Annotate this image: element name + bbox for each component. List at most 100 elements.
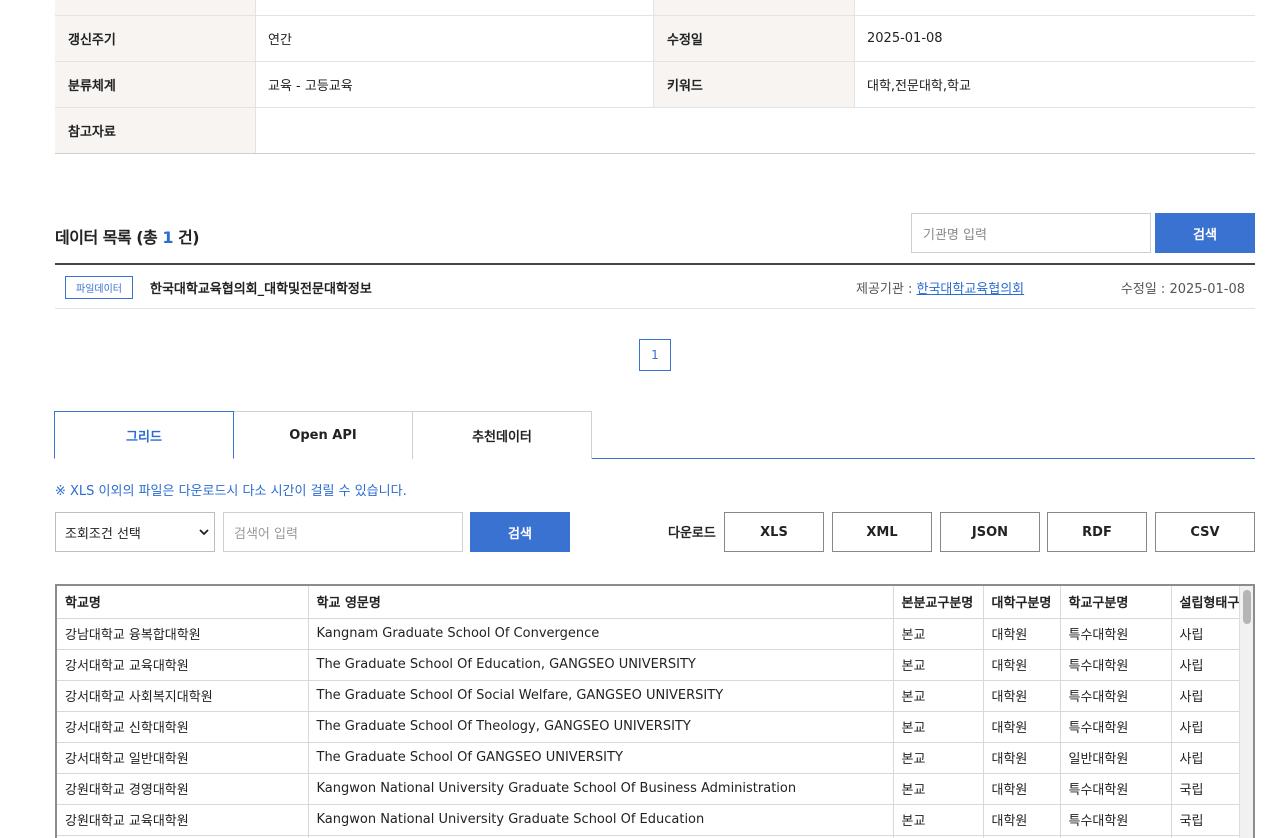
pagination-page-1[interactable]: 1 — [639, 339, 671, 371]
table-row[interactable]: 강서대학교 일반대학원 The Graduate School Of GANGSE… — [57, 742, 1241, 774]
table-cell: 사립 — [1171, 618, 1241, 650]
table-cell: 강원대학교 경영대학원 — [57, 773, 309, 805]
table-cell: 특수대학원 — [1060, 680, 1172, 712]
download-label: 다운로드 — [668, 526, 716, 541]
table-cell: 본교 — [893, 773, 984, 805]
keyword-search-button[interactable]: 검색 — [470, 512, 570, 552]
table-row[interactable]: 강서대학교 교육대학원 The Graduate School Of Educat… — [57, 649, 1241, 681]
table-cell: Kangwon National University Graduate Sch… — [308, 804, 894, 836]
file-data-badge: 파일데이터 — [65, 276, 133, 299]
tab-grid[interactable]: 그리드 — [54, 411, 234, 459]
table-cell: 사립 — [1171, 649, 1241, 681]
metadata-key-category: 분류체계 — [55, 62, 256, 107]
column-header[interactable]: 설립형태구분명 — [1171, 586, 1241, 619]
table-cell: 특수대학원 — [1060, 618, 1172, 650]
table-cell: Kangnam Graduate School Of Convergence — [308, 618, 894, 650]
provider-link[interactable]: 한국대학교육협의회 — [917, 282, 1025, 297]
tab-open-api[interactable]: Open API — [233, 411, 413, 459]
metadata-value — [256, 0, 654, 15]
table-row[interactable]: 강원대학교 경영대학원 Kangwon National University G… — [57, 773, 1241, 805]
modified-date: 수정일 : 2025-01-08 — [1120, 282, 1245, 297]
table-cell: 대학원 — [983, 711, 1061, 743]
column-header[interactable]: 대학구분명 — [983, 586, 1061, 619]
org-search-input[interactable]: 기관명 입력 — [911, 213, 1151, 253]
metadata-value-reference — [256, 108, 1255, 153]
data-list-title: 데이터 목록 (총 1 건) — [55, 224, 200, 248]
metadata-value-modified: 2025-01-08 — [867, 31, 943, 46]
metadata-key-modified: 수정일 — [654, 16, 855, 61]
table-cell: The Graduate School Of GANGSEO UNIVERSIT… — [308, 742, 894, 774]
download-xml-button[interactable]: XML — [832, 512, 932, 552]
table-cell: 강서대학교 교육대학원 — [57, 649, 309, 681]
keyword-input[interactable]: 검색어 입력 — [223, 512, 463, 552]
metadata-value-keywords: 대학,전문대학,학교 — [867, 79, 971, 94]
table-cell: 본교 — [893, 742, 984, 774]
table-cell: 사립 — [1171, 742, 1241, 774]
table-cell: 일반대학원 — [1060, 742, 1172, 774]
table-cell: 특수대학원 — [1060, 773, 1172, 805]
download-xls-button[interactable]: XLS — [724, 512, 824, 552]
condition-select[interactable]: 조회조건 선택 — [55, 512, 215, 552]
table-cell: 본교 — [893, 618, 984, 650]
table-cell: 본교 — [893, 680, 984, 712]
metadata-value-category: 교육 - 고등교육 — [256, 62, 654, 107]
table-cell: Kangwon National University Graduate Sch… — [308, 773, 894, 805]
table-cell: The Graduate School Of Education, GANGSE… — [308, 649, 894, 681]
download-rdf-button[interactable]: RDF — [1047, 512, 1147, 552]
table-cell: 특수대학원 — [1060, 711, 1172, 743]
table-row[interactable]: 강남대학교 융복합대학원 Kangnam Graduate School Of C… — [57, 618, 1241, 650]
table-cell: 대학원 — [983, 773, 1061, 805]
metadata-row-partial — [55, 0, 1255, 15]
metadata-key-keywords: 키워드 — [654, 62, 855, 107]
table-row[interactable]: 강서대학교 신학대학원 The Graduate School Of Theolo… — [57, 711, 1241, 743]
table-cell: 특수대학원 — [1060, 804, 1172, 836]
metadata-key — [55, 0, 256, 15]
table-cell: 강남대학교 융복합대학원 — [57, 618, 309, 650]
table-cell: 국립 — [1171, 804, 1241, 836]
download-csv-button[interactable]: CSV — [1155, 512, 1255, 552]
metadata-key — [654, 0, 855, 15]
column-header[interactable]: 학교구분명 — [1060, 586, 1172, 619]
list-item[interactable]: 파일데이터 한국대학교육협의회_대학및전문대학정보 제공기관 : 한국대학교육협… — [55, 265, 1255, 309]
table-cell: 대학원 — [983, 804, 1061, 836]
table-cell: 특수대학원 — [1060, 649, 1172, 681]
metadata-value — [855, 0, 1255, 15]
column-header[interactable]: 학교명 — [57, 586, 309, 619]
metadata-row: 갱신주기 연간 수정일 2025-01-08 — [55, 15, 1255, 61]
table-cell: The Graduate School Of Social Welfare, G… — [308, 680, 894, 712]
data-grid[interactable]: 학교명 학교 영문명 본분교구분명 대학구분명 학교구분명 설립형태구분명 강남… — [55, 584, 1255, 838]
table-row[interactable]: 강서대학교 사회복지대학원 The Graduate School Of Soci… — [57, 680, 1241, 712]
column-header[interactable]: 본분교구분명 — [893, 586, 984, 619]
data-list-title-suffix: 건) — [172, 228, 200, 247]
org-search-button[interactable]: 검색 — [1155, 213, 1255, 253]
data-list-count: 1 — [162, 228, 173, 247]
metadata-value-update-cycle: 연간 — [256, 16, 654, 61]
table-cell: 강서대학교 일반대학원 — [57, 742, 309, 774]
dataset-title[interactable]: 한국대학교육협의회_대학및전문대학정보 — [150, 278, 372, 297]
table-cell: 강서대학교 사회복지대학원 — [57, 680, 309, 712]
grid-scrollbar[interactable] — [1239, 586, 1253, 838]
table-cell: 대학원 — [983, 742, 1061, 774]
condition-select-value: 조회조건 선택 — [65, 526, 141, 542]
tab-recommended-data[interactable]: 추천데이터 — [412, 411, 592, 459]
table-cell: 대학원 — [983, 680, 1061, 712]
metadata-row: 참고자료 — [55, 107, 1255, 153]
grid-body: 강남대학교 융복합대학원 Kangnam Graduate School Of C… — [57, 618, 1241, 838]
table-cell: 강서대학교 신학대학원 — [57, 711, 309, 743]
metadata-row: 분류체계 교육 - 고등교육 키워드 대학,전문대학,학교 — [55, 61, 1255, 107]
scroll-thumb[interactable] — [1243, 590, 1251, 624]
table-cell: 국립 — [1171, 773, 1241, 805]
grid-header-row: 학교명 학교 영문명 본분교구분명 대학구분명 학교구분명 설립형태구분명 — [57, 586, 1241, 619]
table-row[interactable]: 강원대학교 교육대학원 Kangwon National University G… — [57, 804, 1241, 836]
table-cell: 강원대학교 교육대학원 — [57, 804, 309, 836]
download-json-button[interactable]: JSON — [940, 512, 1040, 552]
metadata-table: 갱신주기 연간 수정일 2025-01-08 분류체계 교육 - 고등교육 키워… — [55, 0, 1255, 154]
data-list-title-prefix: 데이터 목록 (총 — [55, 228, 163, 247]
chevron-down-icon — [199, 529, 209, 536]
table-cell: 사립 — [1171, 680, 1241, 712]
metadata-key-update-cycle: 갱신주기 — [55, 16, 256, 61]
table-cell: 대학원 — [983, 618, 1061, 650]
column-header[interactable]: 학교 영문명 — [308, 586, 894, 619]
grid-table: 학교명 학교 영문명 본분교구분명 대학구분명 학교구분명 설립형태구분명 강남… — [57, 586, 1241, 838]
table-cell: The Graduate School Of Theology, GANGSEO… — [308, 711, 894, 743]
